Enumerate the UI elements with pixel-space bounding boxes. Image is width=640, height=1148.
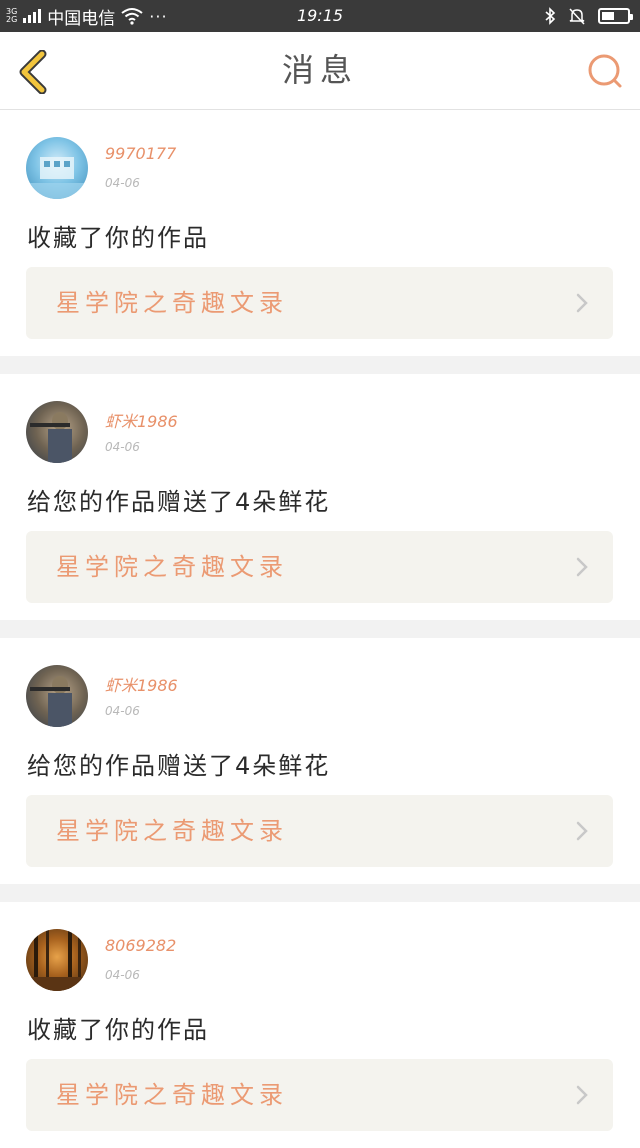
message-item: 虾米1986 04-06 给您的作品赠送了4朵鲜花 星学院之奇趣文录 <box>0 374 640 620</box>
chevron-right-icon <box>576 293 588 313</box>
battery-icon <box>598 8 633 24</box>
message-text: 给您的作品赠送了4朵鲜花 <box>27 752 331 780</box>
avatar-image <box>30 412 72 463</box>
avatar-image <box>26 157 88 199</box>
avatar-image <box>30 676 72 727</box>
work-title: 星学院之奇趣文录 <box>56 817 288 845</box>
status-bar: 3G 2G 中国电信 ··· 19:15 <box>0 0 640 32</box>
username[interactable]: 虾米1986 <box>105 672 178 696</box>
soldier-avatar[interactable] <box>26 401 88 463</box>
work-title: 星学院之奇趣文录 <box>56 1081 288 1109</box>
page-title: 消息 <box>281 51 358 89</box>
search-icon <box>588 54 622 88</box>
work-link[interactable]: 星学院之奇趣文录 <box>26 267 613 339</box>
username[interactable]: 虾米1986 <box>105 408 178 432</box>
message-item: 9970177 04-06 收藏了你的作品 星学院之奇趣文录 <box>0 110 640 356</box>
message-list: 9970177 04-06 收藏了你的作品 星学院之奇趣文录 虾米1986 04… <box>0 110 640 1148</box>
message-item: 虾米1986 04-06 给您的作品赠送了4朵鲜花 星学院之奇趣文录 <box>0 638 640 884</box>
search-button[interactable] <box>586 52 626 92</box>
message-date: 04-06 <box>105 968 140 982</box>
divider <box>0 884 640 902</box>
message-date: 04-06 <box>105 704 140 718</box>
work-title: 星学院之奇趣文录 <box>56 289 288 317</box>
chevron-right-icon <box>576 557 588 577</box>
username[interactable]: 9970177 <box>105 144 176 163</box>
soldier-avatar[interactable] <box>26 665 88 727</box>
chevron-right-icon <box>576 821 588 841</box>
work-link[interactable]: 星学院之奇趣文录 <box>26 531 613 603</box>
landscape-avatar[interactable] <box>26 137 88 199</box>
message-date: 04-06 <box>105 176 140 190</box>
work-title: 星学院之奇趣文录 <box>56 553 288 581</box>
status-right <box>544 0 633 32</box>
message-date: 04-06 <box>105 440 140 454</box>
message-text: 给您的作品赠送了4朵鲜花 <box>27 488 331 516</box>
avatar-image <box>26 929 88 991</box>
forest-avatar[interactable] <box>26 929 88 991</box>
mute-bell-icon <box>569 8 585 25</box>
chevron-right-icon <box>576 1085 588 1105</box>
divider <box>0 620 640 638</box>
message-text: 收藏了你的作品 <box>27 1016 209 1044</box>
username[interactable]: 8069282 <box>105 936 176 955</box>
top-nav-bar: 消息 <box>0 32 640 110</box>
divider <box>0 356 640 374</box>
work-link[interactable]: 星学院之奇趣文录 <box>26 795 613 867</box>
message-text: 收藏了你的作品 <box>27 224 209 252</box>
battery-fill <box>602 12 614 20</box>
work-link[interactable]: 星学院之奇趣文录 <box>26 1059 613 1131</box>
message-item: 8069282 04-06 收藏了你的作品 星学院之奇趣文录 <box>0 902 640 1148</box>
bluetooth-icon <box>545 7 556 25</box>
